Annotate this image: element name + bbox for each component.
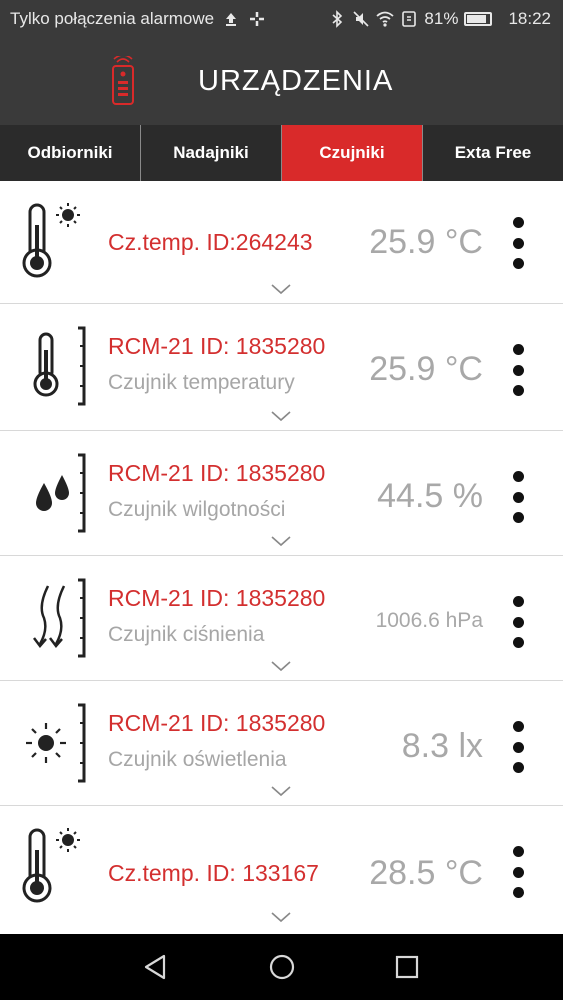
tab-czujniki[interactable]: Czujniki xyxy=(282,125,423,181)
sensor-value: 25.9 °C xyxy=(369,223,483,261)
sensor-name: RCM-21 ID: 1835280 xyxy=(108,333,326,359)
sensor-row[interactable]: RCM-21 ID: 1835280 Czujnik oświetlenia 8… xyxy=(0,681,563,806)
chevron-down-icon[interactable] xyxy=(270,911,292,923)
sensor-row[interactable]: RCM-21 ID: 1835280 Czujnik ciśnienia 100… xyxy=(0,556,563,681)
humidity-drops-icon xyxy=(18,453,90,533)
back-icon[interactable] xyxy=(140,951,172,983)
tab-odbiorniki[interactable]: Odbiorniki xyxy=(0,125,141,181)
page-title: URZĄDZENIA xyxy=(198,65,394,97)
sensor-name: RCM-21 ID: 1835280 xyxy=(108,460,326,486)
chevron-down-icon[interactable] xyxy=(270,785,292,797)
more-options-button[interactable] xyxy=(511,344,525,396)
sensor-name: RCM-21 ID: 1835280 xyxy=(108,710,326,736)
tab-nadajniki[interactable]: Nadajniki xyxy=(141,125,282,181)
tab-bar: Odbiorniki Nadajniki Czujniki Exta Free xyxy=(0,125,563,181)
more-options-button[interactable] xyxy=(511,217,525,269)
mute-icon xyxy=(352,10,370,28)
sensor-row[interactable]: Cz.temp. ID: 133167 28.5 °C xyxy=(0,806,563,931)
sim-icon xyxy=(400,10,418,28)
sensor-type: Czujnik wilgotności xyxy=(108,498,286,521)
battery-percent: 81% xyxy=(424,9,459,28)
sensor-row[interactable]: RCM-21 ID: 1835280 Czujnik temperatury 2… xyxy=(0,304,563,431)
sensor-type: Czujnik oświetlenia xyxy=(108,748,287,771)
sensor-type: Czujnik ciśnienia xyxy=(108,623,265,646)
sensor-value: 1006.6 hPa xyxy=(375,609,483,632)
sensor-value: 28.5 °C xyxy=(369,854,483,892)
app-bar: URZĄDZENIA xyxy=(0,40,563,125)
status-bar: Tylko połączenia alarmowe 81% 18:22 xyxy=(0,0,563,40)
sync-icon xyxy=(248,10,266,28)
chevron-down-icon[interactable] xyxy=(270,283,292,295)
carrier-text: Tylko połączenia alarmowe xyxy=(10,9,215,28)
thermometer-sun-icon xyxy=(18,203,90,283)
more-options-button[interactable] xyxy=(511,846,525,898)
system-nav-bar xyxy=(0,934,563,1000)
sensor-name: Cz.temp. ID: 133167 xyxy=(108,860,319,886)
sensor-name: Cz.temp. ID:264243 xyxy=(108,229,313,255)
chevron-down-icon[interactable] xyxy=(270,660,292,672)
thermometer-icon xyxy=(18,326,90,406)
chevron-down-icon[interactable] xyxy=(270,535,292,547)
sensor-value: 44.5 % xyxy=(377,477,483,515)
remote-logo-icon xyxy=(108,54,138,108)
sensor-type: Czujnik temperatury xyxy=(108,371,295,394)
home-icon[interactable] xyxy=(266,951,298,983)
sensor-row[interactable]: Cz.temp. ID:264243 25.9 °C xyxy=(0,181,563,304)
recents-icon[interactable] xyxy=(391,951,423,983)
thermometer-sun-icon xyxy=(18,828,90,908)
more-options-button[interactable] xyxy=(511,721,525,773)
more-options-button[interactable] xyxy=(511,596,525,648)
pressure-arrows-icon xyxy=(18,578,90,658)
sensor-row[interactable]: RCM-21 ID: 1835280 Czujnik wilgotności 4… xyxy=(0,431,563,556)
sensor-value: 8.3 lx xyxy=(401,727,483,765)
sensor-value: 25.9 °C xyxy=(369,350,483,388)
tab-exta-free[interactable]: Exta Free xyxy=(423,125,563,181)
bluetooth-icon xyxy=(328,10,346,28)
chevron-down-icon[interactable] xyxy=(270,410,292,422)
sensor-list: Cz.temp. ID:264243 25.9 °C RCM-21 ID: 18… xyxy=(0,181,563,931)
sensor-name: RCM-21 ID: 1835280 xyxy=(108,585,326,611)
clock: 18:22 xyxy=(508,9,551,28)
upload-icon xyxy=(222,10,240,28)
battery-icon xyxy=(464,12,493,26)
more-options-button[interactable] xyxy=(511,471,525,523)
sun-icon xyxy=(18,703,90,783)
wifi-icon xyxy=(376,10,395,28)
